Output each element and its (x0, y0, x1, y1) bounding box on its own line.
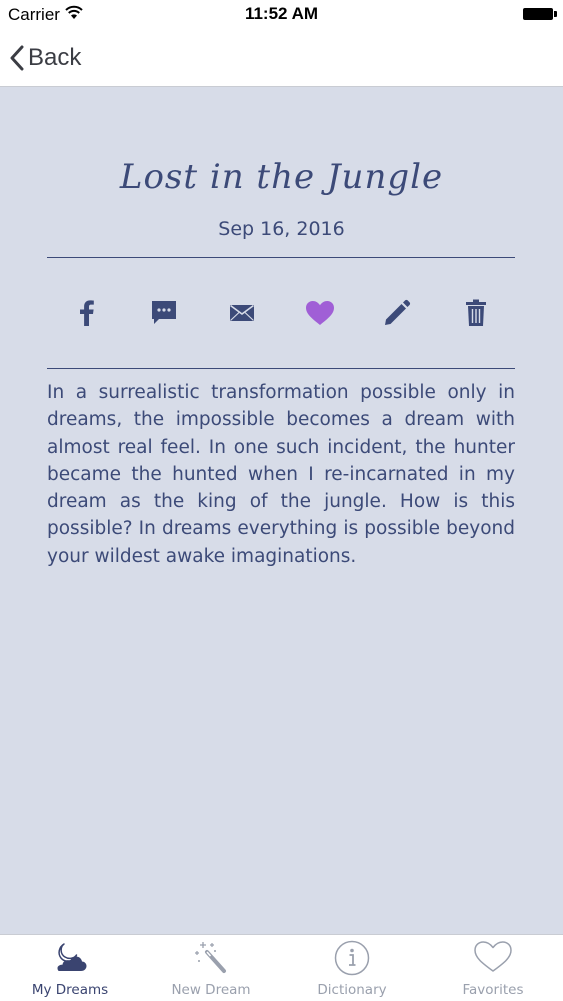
info-icon (334, 940, 370, 976)
facebook-share-button[interactable] (67, 292, 107, 334)
heart-icon (306, 301, 334, 325)
message-icon (152, 301, 176, 324)
navigation-bar: Back (0, 30, 563, 87)
back-label: Back (28, 44, 82, 71)
tab-label: Favorites (462, 982, 524, 998)
facebook-icon (80, 300, 94, 326)
magic-wand-icon (195, 942, 226, 973)
status-bar: Carrier 11:52 AM (0, 0, 563, 30)
battery-icon (523, 8, 557, 20)
dream-date: Sep 16, 2016 (218, 218, 345, 240)
tab-bar: My Dreams New Dream Dictionary Favorites (0, 934, 563, 1001)
clock: 11:52 AM (244, 4, 319, 23)
mail-icon (230, 304, 254, 321)
favorite-button[interactable] (300, 292, 340, 334)
email-share-button[interactable] (222, 292, 262, 334)
tab-new-dream[interactable]: New Dream (141, 935, 281, 1001)
divider (47, 368, 515, 369)
heart-outline-icon (474, 941, 512, 972)
moon-cloud-icon (57, 943, 87, 971)
edit-button[interactable] (377, 292, 417, 334)
delete-button[interactable] (456, 292, 496, 334)
tab-label: My Dreams (31, 982, 109, 998)
pencil-icon (385, 299, 411, 325)
dream-detail: Lost in the Jungle Sep 16, 2016 In a sur… (0, 87, 563, 934)
dream-title: Lost in the Jungle (119, 157, 444, 197)
chevron-left-icon (10, 45, 24, 71)
tab-label: Dictionary (317, 982, 387, 998)
tab-dictionary[interactable]: Dictionary (282, 935, 422, 1001)
trash-icon (466, 299, 486, 326)
tab-label: New Dream (171, 982, 251, 998)
dream-description: In a surrealistic transformation possibl… (47, 382, 515, 567)
divider (47, 257, 515, 258)
tab-my-dreams[interactable]: My Dreams (0, 935, 140, 1001)
tab-favorites[interactable]: Favorites (423, 935, 563, 1001)
back-button[interactable]: Back (10, 40, 81, 76)
message-share-button[interactable] (144, 292, 184, 334)
action-bar (47, 292, 515, 334)
